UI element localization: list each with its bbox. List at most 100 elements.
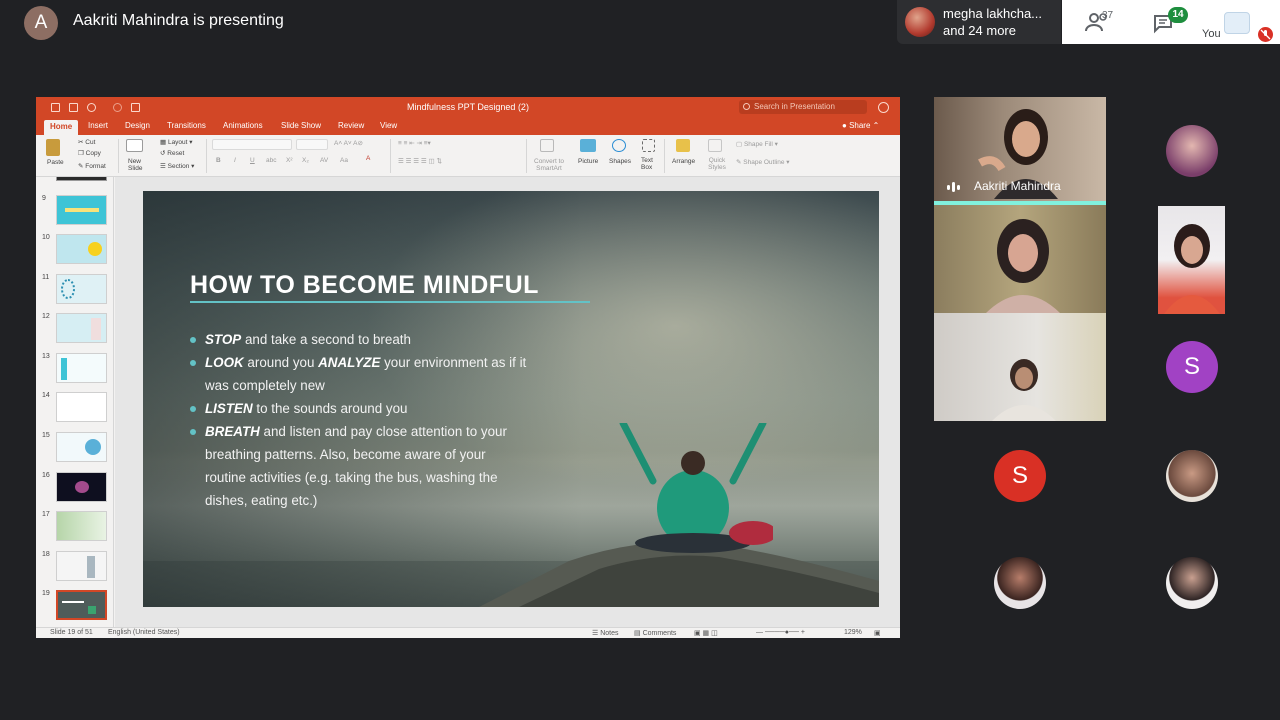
bold-icon[interactable]: B xyxy=(216,157,221,164)
tab-slide-show[interactable]: Slide Show xyxy=(281,121,321,130)
convert-smartart-button[interactable]: Convert to SmartArt xyxy=(532,158,566,172)
participant-avatar[interactable] xyxy=(1166,125,1218,177)
bullet-dot xyxy=(190,360,196,366)
participant-letter-avatar[interactable]: S xyxy=(994,450,1046,502)
picture-button[interactable]: Picture xyxy=(578,158,598,165)
smartart-icon[interactable] xyxy=(540,139,554,152)
superscript-icon[interactable]: X² xyxy=(286,157,293,164)
tab-transitions[interactable]: Transitions xyxy=(167,121,206,130)
layout-button[interactable]: ▦ Layout ▾ xyxy=(160,138,193,146)
divider xyxy=(390,139,391,173)
tab-design[interactable]: Design xyxy=(125,121,150,130)
tab-animations[interactable]: Animations xyxy=(223,121,263,130)
slide-editor[interactable]: HOW TO BECOME MINDFUL STOP and take a se… xyxy=(115,177,900,627)
quick-styles-icon[interactable] xyxy=(708,139,722,152)
status-bar: Slide 19 of 51 English (United States) ☰… xyxy=(36,627,900,638)
slide-thumbnail[interactable] xyxy=(56,432,107,462)
presenter-avatar: A xyxy=(24,6,58,40)
people-count: 37 xyxy=(1102,10,1114,21)
tab-view[interactable]: View xyxy=(380,121,397,130)
search-input[interactable]: Search in Presentation xyxy=(739,100,867,114)
underline-icon[interactable]: U xyxy=(250,157,255,164)
shape-outline-button[interactable]: ✎ Shape Outline ▾ xyxy=(736,158,790,166)
slide-number: 14 xyxy=(42,392,50,399)
slide-thumbnail[interactable] xyxy=(56,353,107,383)
normal-view-icon[interactable]: ▣ ▦ ◫ xyxy=(694,629,718,637)
font-size-controls-icon[interactable]: A˄ A˅ A⊘ xyxy=(334,139,363,147)
bullet-item: LOOK around you ANALYZE your environment… xyxy=(189,351,569,374)
cut-button[interactable]: ✂ Cut xyxy=(78,138,95,146)
zoom-level[interactable]: 129% xyxy=(844,629,862,636)
zoom-slider[interactable]: — ────●── + xyxy=(756,629,805,636)
slide-thumbnail[interactable] xyxy=(56,313,107,343)
font-color-icon[interactable]: A xyxy=(366,155,370,162)
slide-thumbnail[interactable] xyxy=(56,511,107,541)
tab-home[interactable]: Home xyxy=(44,120,79,135)
tab-review[interactable]: Review xyxy=(338,121,364,130)
text-box-icon[interactable] xyxy=(642,139,655,152)
slide-thumbnail-pane[interactable]: 9 10 11 12 13 14 15 16 17 18 19 xyxy=(36,177,114,627)
arrange-button[interactable]: Arrange xyxy=(672,158,695,165)
participant-grid: Aakriti Mahindra S S xyxy=(934,97,1280,637)
notes-button[interactable]: ☰ Notes xyxy=(592,629,619,637)
mic-off-icon xyxy=(1258,27,1273,42)
participant-video-image xyxy=(1164,224,1220,314)
change-case-icon[interactable]: Aa xyxy=(340,157,348,164)
slide-thumbnail[interactable] xyxy=(56,551,107,581)
language-indicator[interactable]: English (United States) xyxy=(108,629,180,636)
align-icons[interactable]: ☰ ☰ ☰ ☰ ◫ ⇅ xyxy=(398,157,442,165)
paste-icon[interactable] xyxy=(46,139,60,156)
section-button[interactable]: ☰ Section ▾ xyxy=(160,162,194,170)
participant-tile-speaker[interactable]: Aakriti Mahindra xyxy=(934,97,1106,205)
slide-number: 11 xyxy=(42,274,50,281)
slide-thumbnail[interactable] xyxy=(56,177,107,181)
new-slide-button[interactable]: New Slide xyxy=(128,158,150,172)
participant-tile[interactable] xyxy=(934,205,1106,313)
slide-number: 16 xyxy=(42,472,50,479)
font-size-dropdown[interactable] xyxy=(296,139,328,150)
subscript-icon[interactable]: X₂ xyxy=(302,157,309,164)
text-box-button[interactable]: Text Box xyxy=(641,157,655,171)
slide-thumbnail[interactable] xyxy=(56,234,107,264)
bullet-continuation: breathing patterns. Also, become aware o… xyxy=(205,447,486,462)
copy-button[interactable]: ❐ Copy xyxy=(78,149,101,157)
share-button[interactable]: ● Share ⌃ xyxy=(842,121,879,130)
participant-tile[interactable] xyxy=(1158,206,1225,314)
slide-thumbnail[interactable] xyxy=(56,274,107,304)
fit-slide-icon[interactable]: ▣ xyxy=(874,629,881,637)
shapes-button[interactable]: Shapes xyxy=(609,158,631,165)
feedback-smiley-icon[interactable] xyxy=(878,102,889,113)
picture-icon[interactable] xyxy=(580,139,596,152)
arrange-icon[interactable] xyxy=(676,139,690,152)
quick-styles-button[interactable]: Quick Styles xyxy=(706,157,728,171)
participant-letter-avatar[interactable]: S xyxy=(1166,341,1218,393)
shape-fill-button[interactable]: ▢ Shape Fill ▾ xyxy=(736,140,778,148)
font-family-dropdown[interactable] xyxy=(212,139,292,150)
participant-avatar[interactable] xyxy=(1166,450,1218,502)
participant-avatar[interactable] xyxy=(1166,557,1218,609)
self-video-thumbnail[interactable] xyxy=(1224,12,1250,34)
tab-insert[interactable]: Insert xyxy=(88,121,108,130)
slide-thumbnail[interactable] xyxy=(56,472,107,502)
participants-preview[interactable]: megha lakhcha... and 24 more xyxy=(897,0,1061,44)
participant-avatar[interactable] xyxy=(994,557,1046,609)
slide-thumbnail[interactable] xyxy=(56,392,107,422)
paste-button[interactable]: Paste xyxy=(47,159,64,166)
new-slide-icon[interactable] xyxy=(126,139,143,152)
comments-button[interactable]: ▤ Comments xyxy=(634,629,676,637)
bullet-continuation: routine activities (e.g. taking the bus,… xyxy=(205,470,498,485)
bullet-dot xyxy=(190,406,196,412)
shapes-icon[interactable] xyxy=(612,139,626,152)
current-slide[interactable]: HOW TO BECOME MINDFUL STOP and take a se… xyxy=(143,191,879,607)
slide-thumbnail-active[interactable] xyxy=(56,590,107,620)
slide-number: 19 xyxy=(42,590,50,597)
participant-tile[interactable] xyxy=(934,313,1106,421)
format-painter-button[interactable]: ✎ Format xyxy=(78,162,106,170)
character-spacing-icon[interactable]: AV xyxy=(320,157,328,164)
reset-button[interactable]: ↺ Reset xyxy=(160,149,184,157)
strikethrough-icon[interactable]: abc xyxy=(266,157,276,164)
bullets-icon[interactable]: ≡ ≡ ⇤ ⇥ ≡▾ xyxy=(398,139,431,147)
italic-icon[interactable]: I xyxy=(234,157,236,164)
participant-name: megha lakhcha... xyxy=(943,6,1043,21)
slide-thumbnail[interactable] xyxy=(56,195,107,225)
